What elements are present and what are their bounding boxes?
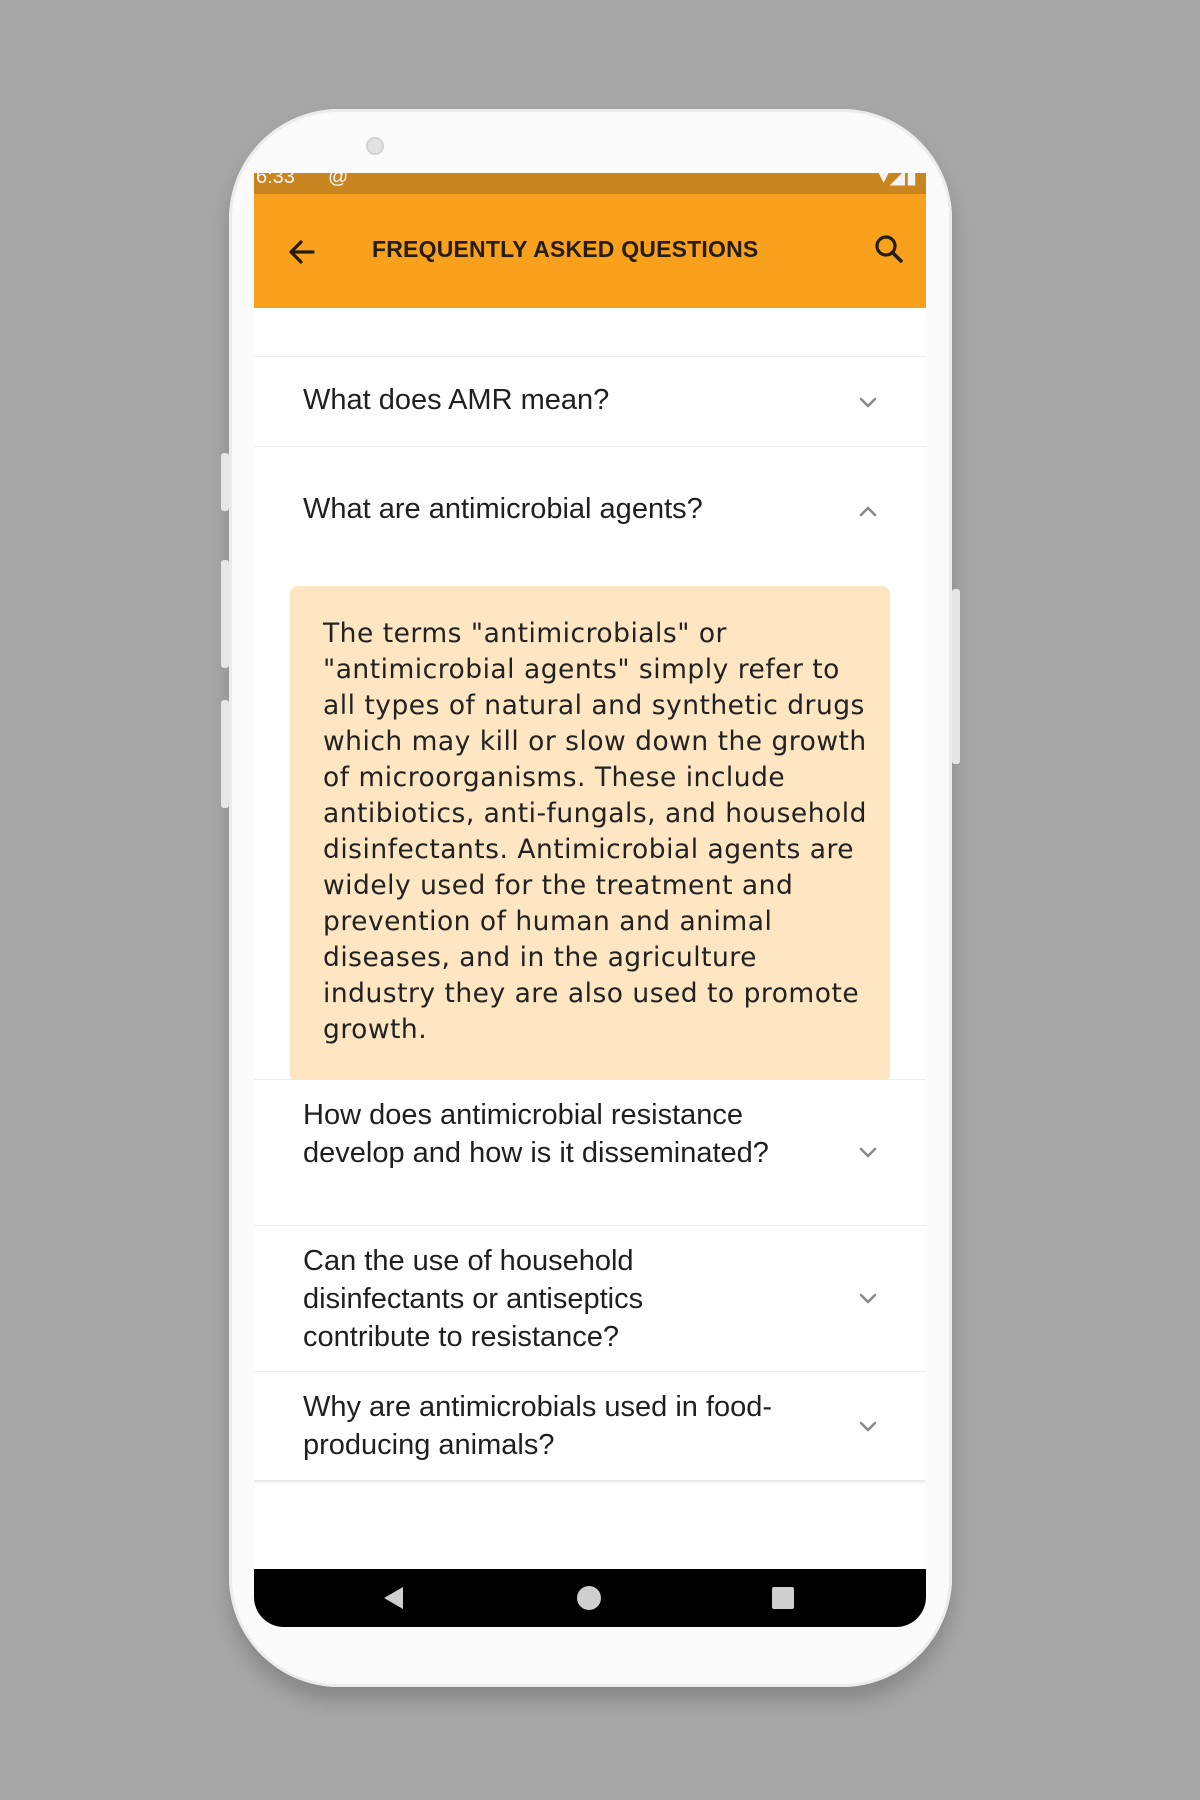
- faq-question-header[interactable]: How does antimicrobial resistance develo…: [254, 1080, 926, 1225]
- chevron-down-icon: [859, 1293, 877, 1304]
- faq-answer-panel: The terms "antimicrobials" or "antimicro…: [290, 586, 890, 1082]
- faq-item: What does AMR mean?: [254, 357, 926, 447]
- app-screen: 6:33 @ ▾◢▮ FREQUENTLY ASKED QUESTIONS Wh…: [254, 173, 926, 1627]
- phone-side-button: [221, 560, 229, 668]
- faq-question: Can the use of household disinfectants o…: [303, 1245, 644, 1353]
- faq-question-header[interactable]: Can the use of household disinfectants o…: [254, 1226, 926, 1371]
- nav-home-icon[interactable]: [577, 1586, 601, 1610]
- phone-side-button: [221, 700, 229, 808]
- status-bar: 6:33 @ ▾◢▮: [254, 173, 926, 194]
- faq-answer: The terms "antimicrobials" or "antimicro…: [323, 618, 867, 1045]
- system-nav-bar: [254, 1569, 926, 1627]
- app-bar: FREQUENTLY ASKED QUESTIONS: [254, 194, 926, 308]
- faq-list: What does AMR mean? What are antimicrobi…: [254, 356, 926, 1480]
- search-icon: [875, 235, 903, 263]
- faq-question: How does antimicrobial resistance develo…: [303, 1099, 769, 1169]
- faq-question-header[interactable]: What does AMR mean?: [254, 357, 926, 446]
- faq-item: Why are antimicrobials used in food-prod…: [254, 1372, 926, 1480]
- chevron-up-icon: [859, 506, 877, 517]
- status-icons: ▾◢▮: [878, 173, 918, 188]
- chevron-down-icon: [859, 1421, 877, 1432]
- phone-power-button: [952, 589, 960, 764]
- phone-side-button: [221, 453, 229, 511]
- chevron-down-icon: [859, 1147, 877, 1158]
- nav-back-button[interactable]: [381, 1585, 407, 1616]
- nav-back-icon: [384, 1587, 403, 1609]
- faq-question-header[interactable]: Why are antimicrobials used in food-prod…: [254, 1372, 926, 1480]
- faq-item: Can the use of household disinfectants o…: [254, 1226, 926, 1372]
- faq-question: Why are antimicrobials used in food-prod…: [303, 1391, 773, 1461]
- chevron-down-icon: [859, 397, 877, 408]
- back-button[interactable]: [280, 230, 324, 274]
- status-time: 6:33: [256, 173, 295, 188]
- faq-question: What does AMR mean?: [303, 384, 610, 416]
- page-title: FREQUENTLY ASKED QUESTIONS: [372, 236, 759, 262]
- arrow-left-icon: [289, 240, 315, 264]
- status-notification-icon: @: [328, 173, 349, 188]
- faq-item-expanded: What are antimicrobial agents? The terms…: [254, 447, 926, 1082]
- nav-recents-icon[interactable]: [772, 1587, 794, 1609]
- faq-question: What are antimicrobial agents?: [303, 493, 703, 525]
- front-camera: [366, 137, 384, 155]
- faq-item: How does antimicrobial resistance develo…: [254, 1080, 926, 1226]
- search-button[interactable]: [868, 228, 912, 272]
